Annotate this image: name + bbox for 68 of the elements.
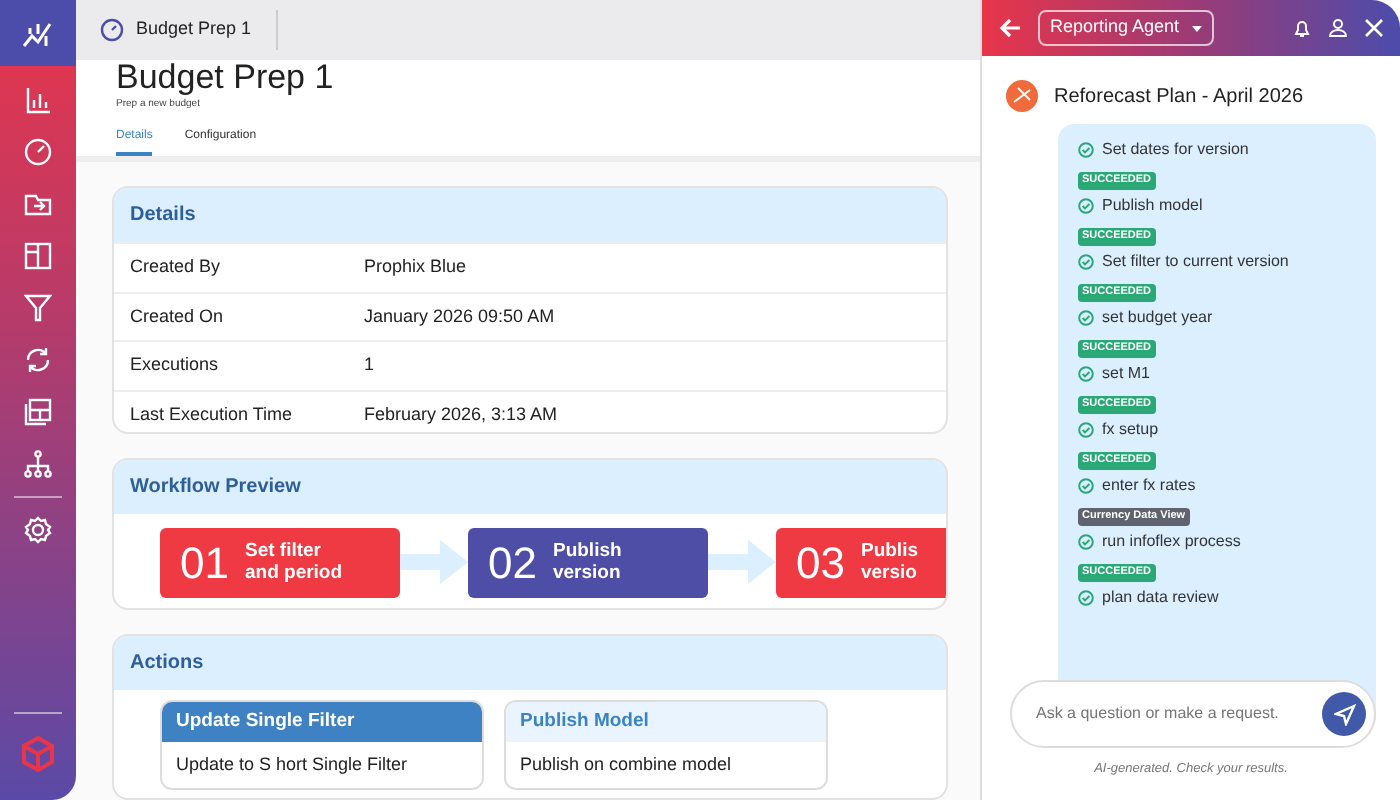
task-label: fx setup	[1102, 420, 1159, 440]
task-label: Set filter to current version	[1102, 252, 1289, 272]
check-circle-icon	[1078, 142, 1094, 158]
columns-icon[interactable]	[24, 242, 52, 270]
close-icon[interactable]	[1364, 18, 1384, 38]
card-title: Actions	[114, 635, 946, 690]
field-value: February 2026, 3:13 AM	[364, 401, 558, 428]
field-label: Last Execution Time	[130, 401, 295, 428]
field-value: January 2026 09:50 AM	[364, 303, 555, 330]
agent-selector[interactable]: Reporting Agent	[1038, 10, 1214, 46]
task-label: set M1	[1102, 364, 1151, 384]
step-number: 01	[180, 535, 229, 592]
action-card[interactable]: Publish Model Publish on combine model	[504, 699, 828, 791]
refresh-icon[interactable]	[24, 346, 52, 374]
layout-icon[interactable]	[24, 398, 52, 426]
folder-icon[interactable]	[24, 190, 52, 218]
agent-avatar-icon	[1006, 80, 1038, 112]
bell-icon[interactable]	[1292, 18, 1312, 38]
arrow-icon	[400, 540, 468, 585]
step-label: Set filter and period	[244, 539, 345, 586]
send-icon	[1333, 703, 1355, 726]
field-label: Created On	[130, 303, 226, 330]
check-circle-icon	[1078, 366, 1094, 382]
action-card[interactable]: Update Single Filter Update to S hort Single Filter	[160, 699, 484, 791]
gauge-icon	[100, 18, 124, 43]
check-circle-icon	[1078, 422, 1094, 438]
step-label: Publis versio	[860, 539, 920, 586]
card-title: Details	[114, 188, 946, 243]
settings-icon[interactable]	[24, 516, 52, 544]
action-title: Publish Model	[506, 701, 826, 742]
card-title: Workflow Preview	[114, 459, 946, 514]
hierarchy-icon[interactable]	[24, 450, 52, 478]
action-title: Update Single Filter	[162, 701, 482, 742]
action-description: Update to S hort Single Filter	[174, 751, 410, 778]
send-button[interactable]	[1322, 692, 1366, 737]
check-circle-icon	[1078, 534, 1094, 550]
task-label: enter fx rates	[1102, 476, 1196, 496]
caret-icon	[1191, 25, 1202, 31]
step-label: Publish version	[552, 539, 624, 586]
task-label: Publish model	[1102, 196, 1203, 216]
task-label: plan data review	[1102, 588, 1219, 608]
task-label: run infoflex process	[1102, 532, 1241, 552]
check-circle-icon	[1078, 198, 1094, 214]
filter-icon[interactable]	[24, 294, 52, 322]
chart-logo-icon	[22, 19, 54, 47]
task-label: set budget year	[1102, 308, 1213, 328]
field-label: Executions	[130, 352, 221, 379]
tab-label: Budget Prep 1	[136, 16, 252, 43]
check-circle-icon	[1078, 590, 1094, 606]
document-tab[interactable]: Budget Prep 1	[100, 10, 278, 51]
step-number: 03	[796, 535, 845, 592]
field-label: Created By	[130, 254, 223, 281]
check-circle-icon	[1078, 478, 1094, 494]
arrow-icon	[708, 540, 776, 585]
check-circle-icon	[1078, 254, 1094, 270]
user-icon[interactable]	[1328, 18, 1348, 38]
gauge-icon[interactable]	[24, 138, 52, 166]
plan-title: Reforecast Plan - April 2026	[1054, 83, 1304, 111]
check-circle-icon	[1078, 310, 1094, 326]
action-description: Publish on combine model	[518, 751, 734, 778]
step-number: 02	[488, 535, 537, 592]
bar-chart-icon[interactable]	[24, 86, 52, 114]
back-arrow-icon[interactable]	[998, 16, 1022, 40]
page-title: Budget Prep 1	[116, 60, 336, 98]
field-value: Prophix Blue	[364, 254, 467, 281]
field-value: 1	[364, 352, 375, 379]
chat-input-box[interactable]: Ask a question or make a request.	[1010, 680, 1376, 749]
task-label: Set dates for version	[1102, 140, 1249, 160]
